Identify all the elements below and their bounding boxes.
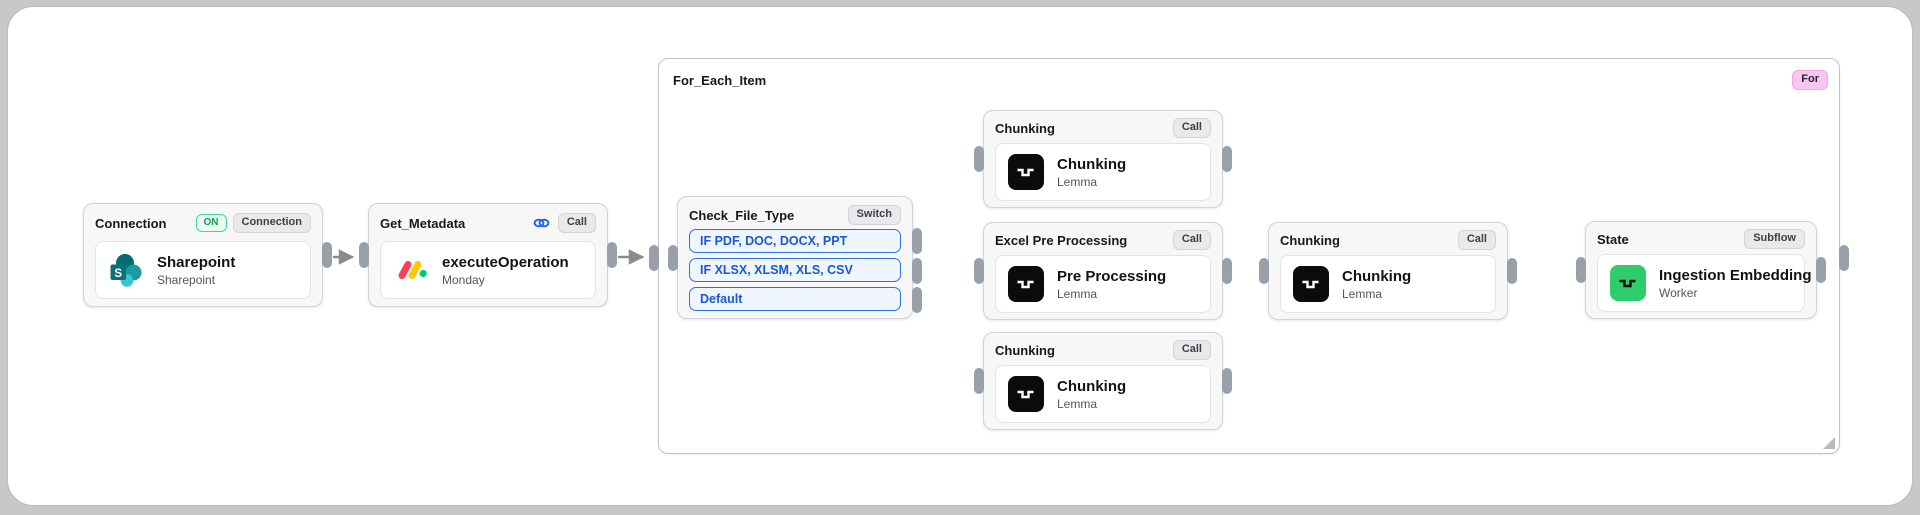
group-resize-handle[interactable] [1823,437,1835,449]
lemma-icon [1008,266,1044,302]
card-monday[interactable]: executeOperation Monday [380,241,596,299]
card-worker[interactable]: Ingestion Embedding Worker [1597,254,1805,312]
input-handle[interactable] [1259,258,1269,284]
card-title: Sharepoint [157,254,235,271]
node-header: Chunking Call [995,341,1211,359]
node-header: Check_File_Type Switch [689,206,901,224]
output-handle[interactable] [1816,257,1826,283]
output-handle[interactable] [1222,368,1232,394]
node-header: Chunking Call [1280,231,1496,249]
card-title: Chunking [1342,268,1411,285]
case-default-output-handle[interactable] [912,287,922,313]
node-title: Chunking [1280,233,1340,248]
card-subtitle: Lemma [1057,176,1126,188]
monday-icon [393,252,429,288]
case-xlsx-output-handle[interactable] [912,258,922,284]
card-text: Sharepoint Sharepoint [157,254,235,286]
output-handle[interactable] [322,242,332,268]
node-type-badge: Call [558,213,596,233]
lemma-icon [1008,376,1044,412]
card-subtitle: Monday [442,274,569,286]
lemma-icon [1008,154,1044,190]
switch-case-pdf[interactable]: IF PDF, DOC, DOCX, PPT [689,229,901,253]
switch-case-default[interactable]: Default [689,287,901,311]
node-title: Chunking [995,343,1055,358]
card-lemma[interactable]: Chunking Lemma [995,143,1211,201]
case-pdf-output-handle[interactable] [912,228,922,254]
card-lemma[interactable]: Chunking Lemma [995,365,1211,423]
node-title: Excel Pre Processing [995,233,1127,248]
input-handle[interactable] [359,242,369,268]
input-handle[interactable] [668,245,678,271]
input-handle[interactable] [1576,257,1586,283]
node-chunking-bottom[interactable]: Chunking Call Chunking Lemma [983,332,1223,430]
node-state[interactable]: State Subflow Ingestion Embedding Worker [1585,221,1817,319]
card-lemma[interactable]: Chunking Lemma [1280,255,1496,313]
card-title: Pre Processing [1057,268,1166,285]
card-subtitle: Lemma [1057,288,1166,300]
svg-text:S: S [114,268,122,280]
card-sharepoint[interactable]: S Sharepoint Sharepoint [95,241,311,299]
node-title: Connection [95,216,167,231]
node-chunking-mid[interactable]: Chunking Call Chunking Lemma [1268,222,1508,320]
node-connection[interactable]: Connection ON Connection S Sharepoint Sh… [83,203,323,307]
group-output-handle[interactable] [1839,245,1849,271]
input-handle[interactable] [974,368,984,394]
node-type-badge: Connection [233,213,312,233]
card-title: Chunking [1057,156,1126,173]
node-title: Chunking [995,121,1055,136]
output-handle[interactable] [1222,146,1232,172]
node-header: Excel Pre Processing Call [995,231,1211,249]
card-subtitle: Sharepoint [157,274,235,286]
node-title: Check_File_Type [689,208,794,223]
output-handle[interactable] [1507,258,1517,284]
node-type-badge: Call [1173,230,1211,250]
node-excel-pre-processing[interactable]: Excel Pre Processing Call Pre Processing… [983,222,1223,320]
card-title: Ingestion Embedding [1659,267,1812,284]
card-text: Chunking Lemma [1057,378,1126,410]
card-title: executeOperation [442,254,569,271]
node-check-file-type[interactable]: Check_File_Type Switch IF PDF, DOC, DOCX… [677,196,913,319]
node-type-badge: Call [1173,118,1211,138]
lemma-icon [1293,266,1329,302]
node-header: State Subflow [1597,230,1805,248]
group-input-handle[interactable] [649,245,659,271]
node-type-badge: Subflow [1744,229,1805,249]
node-get-metadata[interactable]: Get_Metadata Call executeOperation Monda… [368,203,608,307]
node-type-badge: Call [1458,230,1496,250]
node-header: Get_Metadata Call [380,213,596,233]
input-handle[interactable] [974,146,984,172]
card-text: Pre Processing Lemma [1057,268,1166,300]
card-title: Chunking [1057,378,1126,395]
card-subtitle: Lemma [1342,288,1411,300]
switch-case-xlsx[interactable]: IF XLSX, XLSM, XLS, CSV [689,258,901,282]
node-header: Chunking Call [995,119,1211,137]
card-lemma[interactable]: Pre Processing Lemma [995,255,1211,313]
card-text: Chunking Lemma [1342,268,1411,300]
group-title: For_Each_Item [673,73,766,88]
node-title: Get_Metadata [380,216,465,231]
workflow-stage: For_Each_Item For Connection ON Connecti… [0,0,1920,515]
node-header: Connection ON Connection [95,213,311,233]
link-icon[interactable] [533,217,550,229]
node-type-badge: Switch [848,205,901,225]
card-text: Ingestion Embedding Worker [1659,267,1812,299]
card-subtitle: Lemma [1057,398,1126,410]
node-chunking-top[interactable]: Chunking Call Chunking Lemma [983,110,1223,208]
card-text: executeOperation Monday [442,254,569,286]
on-toggle-badge[interactable]: ON [196,214,227,233]
input-handle[interactable] [974,258,984,284]
for-badge: For [1792,70,1828,90]
card-subtitle: Worker [1659,287,1812,299]
output-handle[interactable] [1222,258,1232,284]
output-handle[interactable] [607,242,617,268]
node-type-badge: Call [1173,340,1211,360]
sharepoint-icon: S [108,252,144,288]
card-text: Chunking Lemma [1057,156,1126,188]
worker-icon [1610,265,1646,301]
node-title: State [1597,232,1629,247]
